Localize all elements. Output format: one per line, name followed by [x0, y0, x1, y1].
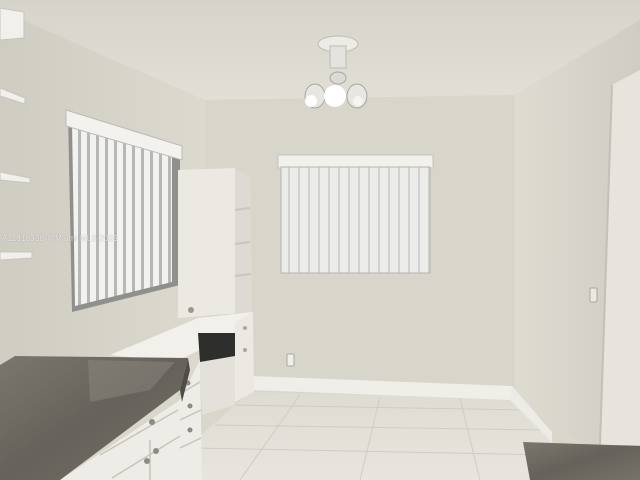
light-switch-icon [589, 287, 598, 303]
light-bulb-icon [324, 85, 346, 107]
listing-watermark: A11818338 © Miami MLS 2025 [2, 234, 118, 243]
electrical-outlet-icon [286, 353, 295, 367]
room-photo: A11818338 © Miami MLS 2025 [0, 0, 640, 480]
shelf-knob [188, 307, 194, 313]
back-blind-valance [277, 154, 434, 169]
desk-knee-space [200, 356, 235, 415]
countertop-right [523, 442, 640, 480]
desk-drawer-unit [235, 312, 254, 402]
back-window-blinds [280, 166, 431, 274]
